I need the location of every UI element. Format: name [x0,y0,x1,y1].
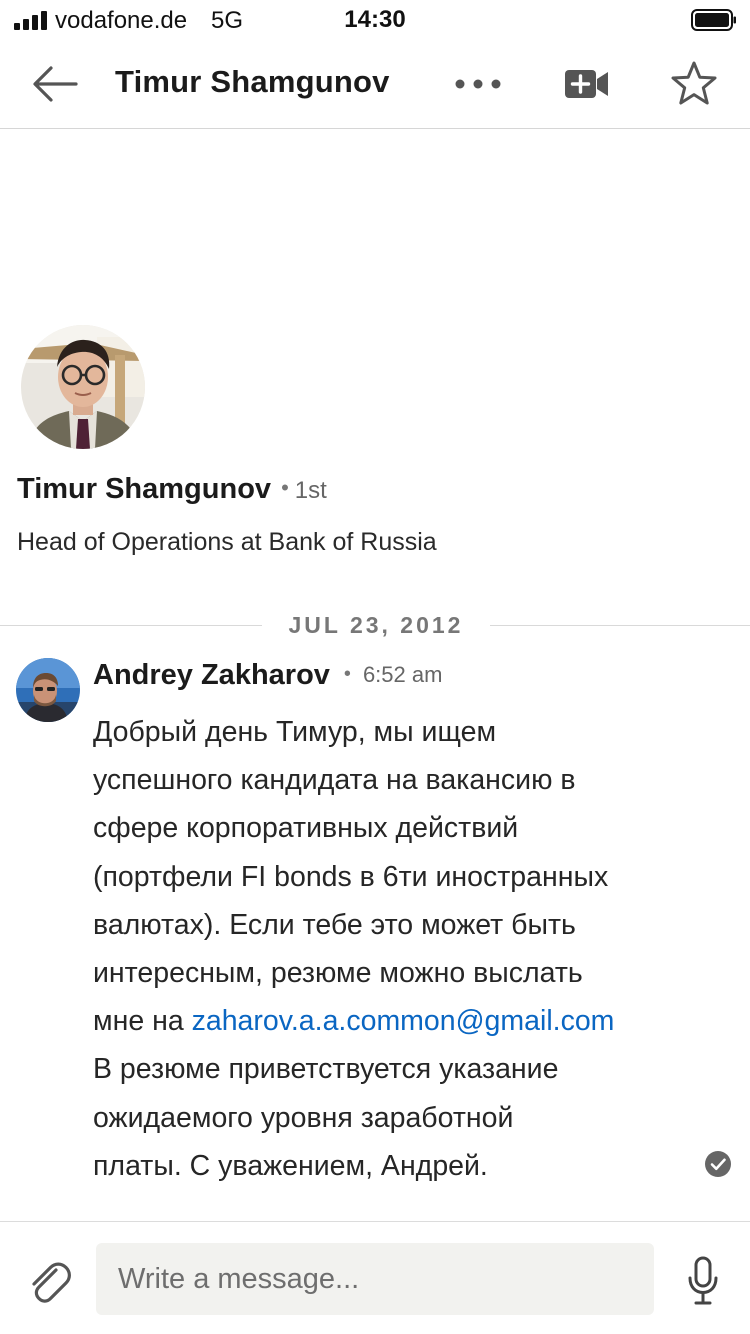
messaging-screen: vodafone.de 5G 14:30 Timur Shamgunov Tim… [0,0,750,1334]
video-call-button[interactable] [562,62,612,106]
status-time: 14:30 [344,6,406,33]
message-line: ожидаемого уровня заработной [93,1101,514,1134]
star-icon [671,61,717,105]
conversation-title: Timur Shamgunov [115,64,390,99]
message-input[interactable] [96,1243,654,1315]
email-link[interactable]: zaharov.a.a.common@gmail.com [192,1005,615,1037]
microphone-icon [688,1256,718,1305]
message-line: (портфели FI bonds в 6ти иностранных [93,860,609,893]
meta-separator: • [343,663,351,685]
message-time: 6:52 am [362,662,443,687]
read-check-icon [705,1151,731,1177]
sender-name[interactable]: Andrey Zakharov [93,659,330,691]
message-line: В резюме приветствуется указание [93,1053,559,1086]
message-line: Добрый день Тимур, мы ищем [93,716,497,748]
profile-avatar-image [21,325,145,449]
profile-name-row: Timur Shamgunov • 1st [17,473,327,509]
star-conversation-button[interactable] [668,58,720,110]
status-bar: vodafone.de 5G 14:30 [0,0,750,42]
profile-name[interactable]: Timur Shamgunov [17,473,271,505]
message-line: мне на [93,1005,192,1038]
message-line: интересным, резюме можно выслать [93,957,583,990]
message-line-with-link: мне на zaharov.a.a.common@gmail.com [93,997,703,1045]
connection-degree: 1st [294,477,327,504]
back-button[interactable] [30,62,80,106]
video-call-icon [565,70,608,98]
back-arrow-icon [33,66,78,102]
date-label: JUL 23, 2012 [288,612,464,638]
more-horizontal-icon [455,79,501,89]
paperclip-icon [32,1262,71,1303]
sender-avatar-image [16,658,80,722]
message-body: Добрый день Тимур, мы ищем успешного кан… [93,708,703,1190]
sender-avatar[interactable] [16,658,80,722]
message-composer [0,1221,750,1334]
profile-headline: Head of Operations at Bank of Russia [17,528,437,556]
message-line: сфере корпоративных действий [93,812,519,845]
divider-line [0,625,262,626]
date-divider: JUL 23, 2012 [0,612,750,640]
divider-line [490,625,750,626]
message-line: успешного кандидата на вакансию в [93,764,576,797]
conversation-header: Timur Shamgunov [0,42,750,129]
degree-separator: • [281,475,289,500]
profile-photo[interactable] [21,325,145,449]
battery-icon [691,9,736,31]
microphone-button[interactable] [686,1256,720,1306]
attach-button[interactable] [26,1258,72,1304]
message-header: Andrey Zakharov • 6:52 am [93,659,442,692]
more-options-button[interactable] [452,64,504,104]
message-line: платы. С уважением, Андрей. [93,1149,488,1182]
message-line: валютах). Если тебе это может быть [93,908,576,941]
